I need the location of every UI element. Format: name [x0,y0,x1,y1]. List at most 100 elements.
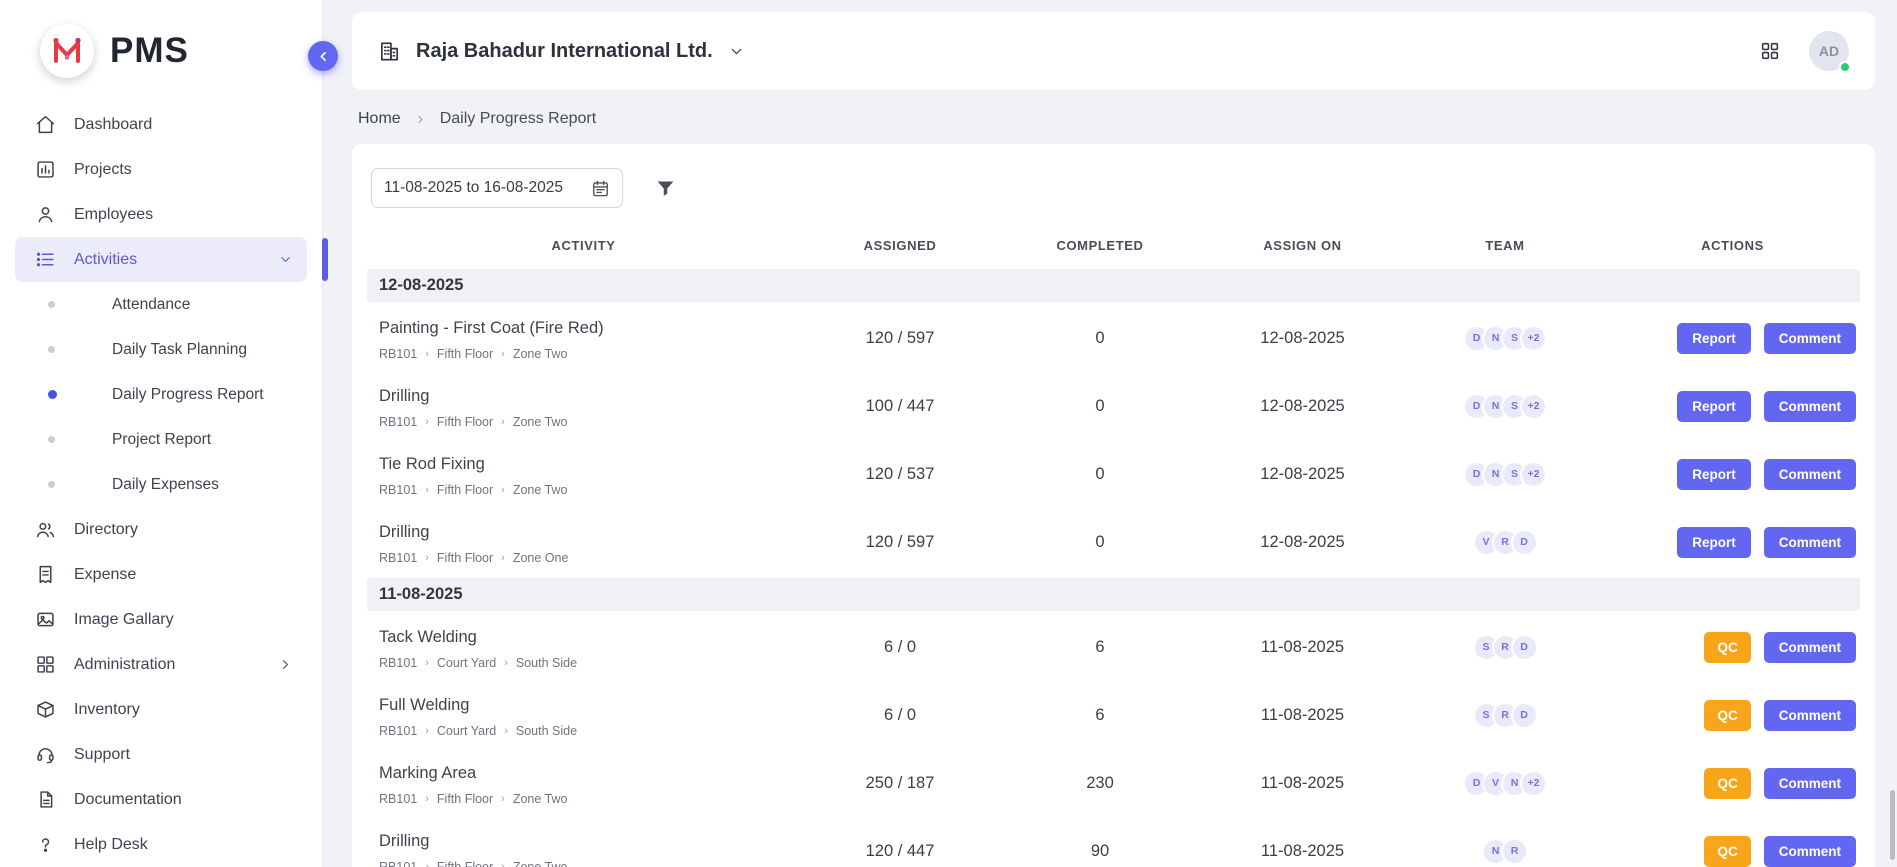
comment-button[interactable]: Comment [1764,700,1856,731]
sidebar-item-expense[interactable]: Expense [15,552,307,597]
path-segment: RB101 [379,483,417,497]
team-avatar[interactable]: D [1511,529,1538,556]
comment-button[interactable]: Comment [1764,459,1856,490]
sidebar-item-inventory[interactable]: Inventory [15,687,307,732]
team-extra-count[interactable]: +2 [1520,393,1547,420]
team-cell: SRD [1405,634,1605,661]
completed-cell: 6 [1000,706,1200,725]
comment-button[interactable]: Comment [1764,527,1856,558]
sidebar-subitem-label: Attendance [112,296,190,314]
sidebar-subitem-label: Daily Expenses [112,476,219,494]
team-extra-count[interactable]: +2 [1520,770,1547,797]
breadcrumb-current: Daily Progress Report [440,110,597,128]
chevron-right-icon [414,113,427,126]
activity-cell: DrillingRB101›Fifth Floor›Zone Two [367,383,800,429]
company-selector[interactable]: Raja Bahadur International Ltd. [378,40,745,63]
report-button[interactable]: Report [1677,323,1751,354]
bullet-icon [48,436,55,443]
report-button[interactable]: Report [1677,527,1751,558]
filter-funnel-icon[interactable] [655,178,676,199]
activity-path: RB101›Court Yard›South Side [379,656,790,670]
activity-path: RB101›Fifth Floor›Zone Two [379,860,790,867]
chevron-right-icon: › [425,726,429,737]
app-name: PMS [110,31,189,71]
report-button[interactable]: Report [1677,391,1751,422]
column-header-team: TEAM [1405,238,1605,253]
comment-button[interactable]: Comment [1764,391,1856,422]
qc-button[interactable]: QC [1704,768,1750,799]
assign-on-cell: 12-08-2025 [1200,465,1405,484]
comment-button[interactable]: Comment [1764,768,1856,799]
chevron-right-icon: › [501,485,505,496]
qc-button[interactable]: QC [1704,836,1750,867]
path-segment: Zone One [513,551,569,565]
online-status-dot [1839,61,1851,73]
sidebar-subitem-label: Project Report [112,431,211,449]
chevron-down-icon [728,43,745,60]
sidebar-subitem-daily-expenses[interactable]: Daily Expenses [15,462,307,507]
assigned-cell: 120 / 537 [800,465,1000,484]
team-cell: VRD [1405,529,1605,556]
actions-cell: Report Comment [1605,391,1860,422]
date-range-input[interactable]: 11-08-2025 to 16-08-2025 [371,168,623,208]
activity-cell: Painting - First Coat (Fire Red)RB101›Fi… [367,315,800,361]
comment-button[interactable]: Comment [1764,323,1856,354]
logo-m-icon [40,24,94,78]
home-icon [35,114,57,135]
chevron-right-icon: › [425,658,429,669]
activity-title: Painting - First Coat (Fire Red) [379,319,790,338]
activity-title: Full Welding [379,696,790,715]
sidebar-item-label: Inventory [74,701,140,719]
gallery-icon [35,609,57,630]
apps-grid-icon[interactable] [1759,40,1781,62]
sidebar-item-documentation[interactable]: Documentation [15,777,307,822]
sidebar-item-label: Directory [74,521,138,539]
assign-on-cell: 12-08-2025 [1200,329,1405,348]
sidebar-item-projects[interactable]: Projects [15,147,307,192]
sidebar-item-administration[interactable]: Administration [15,642,307,687]
comment-button[interactable]: Comment [1764,836,1856,867]
team-extra-count[interactable]: +2 [1520,461,1547,488]
qc-button[interactable]: QC [1704,632,1750,663]
sidebar-item-label: Expense [74,566,136,584]
activity-title: Drilling [379,387,790,406]
sidebar-item-dashboard[interactable]: Dashboard [15,102,307,147]
sidebar-subitem-attendance[interactable]: Attendance [15,282,307,327]
scrollbar-thumb[interactable] [1890,790,1895,860]
team-avatar[interactable]: D [1511,634,1538,661]
team-cell: DVN+2 [1405,770,1605,797]
chevron-right-icon: › [501,794,505,805]
sidebar-item-directory[interactable]: Directory [15,507,307,552]
chevron-right-icon: › [425,485,429,496]
chevron-right-icon: › [425,794,429,805]
activity-cell: DrillingRB101›Fifth Floor›Zone One [367,519,800,565]
column-header-activity: ACTIVITY [367,238,800,253]
team-avatar[interactable]: D [1511,702,1538,729]
sidebar-subitem-daily-task-planning[interactable]: Daily Task Planning [15,327,307,372]
sidebar-subitem-daily-progress-report[interactable]: Daily Progress Report [15,372,307,417]
sidebar-item-label: Employees [74,206,153,224]
breadcrumb-home[interactable]: Home [358,110,401,128]
sidebar-item-employees[interactable]: Employees [15,192,307,237]
report-button[interactable]: Report [1677,459,1751,490]
team-cell: DNS+2 [1405,325,1605,352]
comment-button[interactable]: Comment [1764,632,1856,663]
sidebar-item-image-gallary[interactable]: Image Gallary [15,597,307,642]
sidebar-item-activities[interactable]: Activities [15,237,307,282]
user-avatar[interactable]: AD [1809,31,1849,71]
team-avatar[interactable]: R [1501,838,1528,865]
team-extra-count[interactable]: +2 [1520,325,1547,352]
sidebar-subitem-project-report[interactable]: Project Report [15,417,307,462]
activity-title: Tie Rod Fixing [379,455,790,474]
breadcrumb: Home Daily Progress Report [352,90,1875,144]
qc-button[interactable]: QC [1704,700,1750,731]
actions-cell: Report Comment [1605,527,1860,558]
table-header: ACTIVITY ASSIGNED COMPLETED ASSIGN ON TE… [367,226,1860,267]
activity-title: Tack Welding [379,628,790,647]
chevron-left-icon [316,49,331,64]
sidebar-item-support[interactable]: Support [15,732,307,777]
sidebar-item-label: Help Desk [74,836,148,854]
sidebar-item-help-desk[interactable]: Help Desk [15,822,307,867]
assign-on-cell: 11-08-2025 [1200,638,1405,657]
sidebar-collapse-button[interactable] [308,41,338,71]
